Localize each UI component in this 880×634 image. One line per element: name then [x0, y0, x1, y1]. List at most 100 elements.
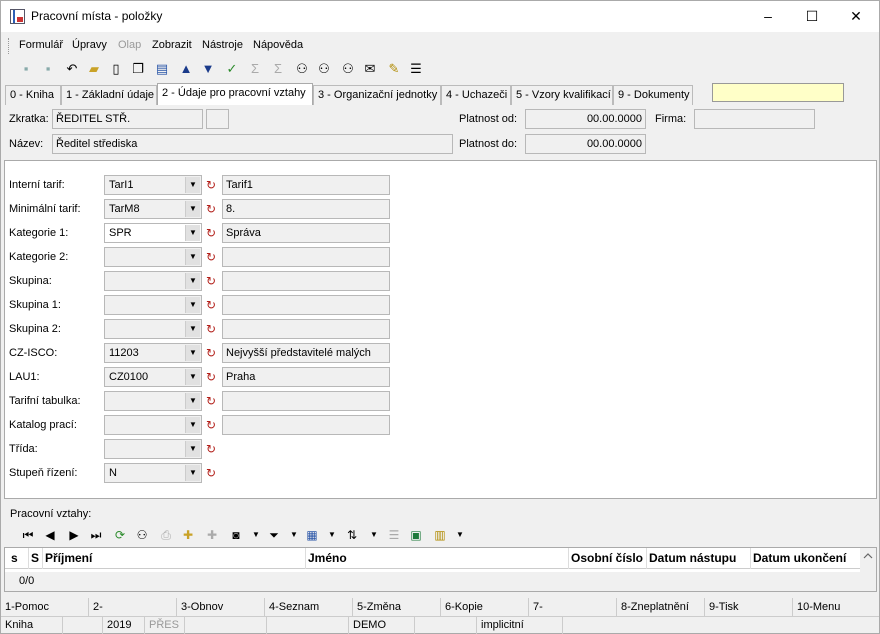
- lookup-icon[interactable]: ↻: [205, 178, 217, 192]
- fkey-8[interactable]: 8-Zneplatnění: [617, 598, 705, 616]
- book-icon[interactable]: ▤: [153, 60, 171, 78]
- binoculars-icon[interactable]: ⚇: [293, 60, 311, 78]
- col-jmeno[interactable]: Jméno: [306, 548, 569, 569]
- camera-icon[interactable]: ◙: [227, 526, 245, 544]
- lookup-icon[interactable]: ↻: [205, 298, 217, 312]
- fkey-10[interactable]: 10-Menu: [793, 598, 879, 616]
- chevron-down-icon[interactable]: ▼: [185, 297, 200, 313]
- col-osobni-cislo[interactable]: Osobní číslo: [569, 548, 647, 569]
- filter-check-icon[interactable]: ✓: [223, 60, 241, 78]
- col-s-small[interactable]: s: [9, 548, 29, 569]
- cz-isco-combo[interactable]: 11203 ▼: [104, 343, 202, 363]
- chevron-down-icon[interactable]: ▼: [185, 201, 200, 217]
- col-prijmeni[interactable]: Příjmení: [43, 548, 306, 569]
- chevron-down-icon[interactable]: ▼: [185, 465, 200, 481]
- refresh-icon[interactable]: ⟳: [111, 526, 129, 544]
- fkey-3[interactable]: 3-Obnov: [177, 598, 265, 616]
- skupina-combo[interactable]: ▼: [104, 271, 202, 291]
- lookup-icon[interactable]: ↻: [205, 418, 217, 432]
- lookup-icon[interactable]: ↻: [205, 346, 217, 360]
- skupina-2-combo[interactable]: ▼: [104, 319, 202, 339]
- lookup-icon[interactable]: ↻: [205, 322, 217, 336]
- menu-napoveda[interactable]: Nápověda: [253, 39, 303, 51]
- save-icon[interactable]: ▪: [17, 60, 35, 78]
- menu-zobrazit[interactable]: Zobrazit: [152, 39, 192, 51]
- chevron-down-icon[interactable]: ▼: [285, 526, 303, 544]
- col-datum-nastupu[interactable]: Datum nástupu: [647, 548, 751, 569]
- katalog-praci-combo[interactable]: ▼: [104, 415, 202, 435]
- mail-icon[interactable]: ✉: [361, 60, 379, 78]
- chevron-down-icon[interactable]: ▼: [365, 526, 383, 544]
- tab-zakladni-udaje[interactable]: 1 - Základní údaje: [61, 85, 157, 105]
- chevron-down-icon[interactable]: ▼: [185, 225, 200, 241]
- maximize-button[interactable]: ☐: [789, 1, 835, 32]
- fkey-2[interactable]: 2-: [89, 598, 177, 616]
- chevron-down-icon[interactable]: ▼: [185, 393, 200, 409]
- next-record-icon[interactable]: ▶: [65, 526, 83, 544]
- zkratka-field[interactable]: ŘEDITEL STŘ.: [52, 109, 203, 129]
- binoculars-icon[interactable]: ⚇: [133, 526, 151, 544]
- tab-kniha[interactable]: 0 - Kniha: [5, 85, 61, 105]
- chevron-down-icon[interactable]: ▼: [185, 369, 200, 385]
- sort-az-icon[interactable]: ⇅: [343, 526, 361, 544]
- platnost-do-field[interactable]: 00.00.0000: [525, 134, 646, 154]
- tab-vzory-kvalifikaci[interactable]: 5 - Vzory kvalifikací: [511, 85, 613, 105]
- filter-icon[interactable]: ⏷: [265, 526, 283, 544]
- col-datum-ukonceni[interactable]: Datum ukončení: [751, 548, 859, 569]
- chevron-down-icon[interactable]: ▼: [185, 345, 200, 361]
- chevron-down-icon[interactable]: ▼: [185, 441, 200, 457]
- add-record-icon[interactable]: ✚: [179, 526, 197, 544]
- grid-scrollbar[interactable]: [860, 548, 876, 591]
- fkey-1[interactable]: 1-Pomoc: [1, 598, 89, 616]
- tarifni-tabulka-combo[interactable]: ▼: [104, 391, 202, 411]
- chevron-down-icon[interactable]: ▼: [185, 321, 200, 337]
- first-record-icon[interactable]: ⏮: [19, 526, 37, 544]
- chevron-down-icon[interactable]: ▼: [247, 526, 265, 544]
- find-all-icon[interactable]: ⚇: [339, 60, 357, 78]
- chevron-down-icon[interactable]: ▼: [185, 249, 200, 265]
- minimize-button[interactable]: –: [745, 1, 791, 32]
- lookup-icon[interactable]: ↻: [205, 442, 217, 456]
- hamburger-menu-icon[interactable]: ☰: [407, 60, 425, 78]
- columns-icon[interactable]: ▦: [303, 526, 321, 544]
- lookup-icon[interactable]: ↻: [205, 466, 217, 480]
- lookup-icon[interactable]: ↻: [205, 274, 217, 288]
- tab-organizacni-jednotky[interactable]: 3 - Organizační jednotky: [313, 85, 441, 105]
- highlight-field[interactable]: [712, 83, 844, 102]
- menu-nastroje[interactable]: Nástroje: [202, 39, 243, 51]
- fkey-5[interactable]: 5-Změna: [353, 598, 441, 616]
- platnost-od-field[interactable]: 00.00.0000: [525, 109, 646, 129]
- col-s-large[interactable]: S: [29, 548, 43, 569]
- prev-record-icon[interactable]: ◀: [41, 526, 59, 544]
- last-record-icon[interactable]: ⏭: [87, 526, 105, 544]
- new-document-icon[interactable]: ▯: [107, 60, 125, 78]
- arrow-up-icon[interactable]: ▲: [177, 60, 195, 78]
- fkey-9[interactable]: 9-Tisk: [705, 598, 793, 616]
- zkratka-extra-field[interactable]: [206, 109, 229, 129]
- tab-uchazeci[interactable]: 4 - Uchazeči: [441, 85, 511, 105]
- minimalni-tarif-combo[interactable]: TarM8 ▼: [104, 199, 202, 219]
- interni-tarif-combo[interactable]: TarI1 ▼: [104, 175, 202, 195]
- notes-icon[interactable]: ✎: [385, 60, 403, 78]
- kategorie-1-combo[interactable]: SPR ▼: [104, 223, 202, 243]
- nazev-field[interactable]: Ředitel střediska: [52, 134, 453, 154]
- fkey-4[interactable]: 4-Seznam: [265, 598, 353, 616]
- find-next-icon[interactable]: ⚇: [315, 60, 333, 78]
- chevron-down-icon[interactable]: ▼: [185, 273, 200, 289]
- lookup-icon[interactable]: ↻: [205, 370, 217, 384]
- kategorie-2-combo[interactable]: ▼: [104, 247, 202, 267]
- arrow-down-icon[interactable]: ▼: [199, 60, 217, 78]
- copy-icon[interactable]: ❐: [129, 60, 147, 78]
- chevron-up-icon[interactable]: [860, 548, 876, 564]
- lookup-icon[interactable]: ↻: [205, 250, 217, 264]
- excel-icon[interactable]: ▣: [407, 526, 425, 544]
- lau1-combo[interactable]: CZ0100 ▼: [104, 367, 202, 387]
- chevron-down-icon[interactable]: ▼: [451, 526, 469, 544]
- skupina-1-combo[interactable]: ▼: [104, 295, 202, 315]
- chevron-down-icon[interactable]: ▼: [185, 177, 200, 193]
- tab-dokumenty[interactable]: 9 - Dokumenty: [613, 85, 693, 105]
- fkey-7[interactable]: 7-: [529, 598, 617, 616]
- undo-icon[interactable]: ↶: [63, 60, 81, 78]
- chevron-down-icon[interactable]: ▼: [185, 417, 200, 433]
- open-folder-icon[interactable]: ▰: [85, 60, 103, 78]
